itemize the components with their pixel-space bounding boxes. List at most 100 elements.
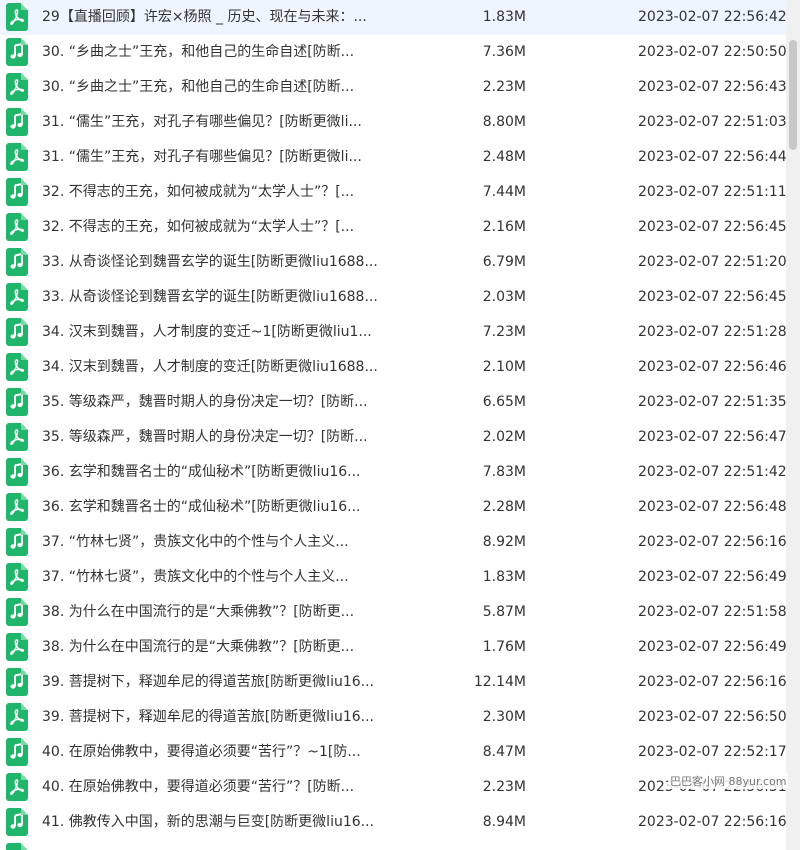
audio-file-icon bbox=[6, 318, 28, 346]
file-date: 2023-02-07 22:51:11 bbox=[638, 184, 787, 200]
file-date: 2023-02-07 22:56:45 bbox=[638, 289, 787, 305]
file-size: 6.79M bbox=[482, 254, 526, 270]
audio-file-icon bbox=[6, 178, 28, 206]
audio-file-icon bbox=[6, 738, 28, 766]
file-name: 36. 玄学和魏晋名士的“成仙秘术”[防断更微liu16... bbox=[42, 464, 361, 480]
file-name: 41. 佛教传入中国，新的思潮与巨变[防断更微liu16... bbox=[42, 814, 374, 830]
file-row[interactable]: 33. 从奇谈怪论到魏晋玄学的诞生[防断更微liu1688... 2.03M 202… bbox=[0, 280, 787, 315]
file-size: 2.30M bbox=[482, 709, 526, 725]
file-size: 2.03M bbox=[482, 289, 526, 305]
file-row[interactable]: 37. “竹林七贤”，贵族文化中的个性与个人主义... 1.83M 2023-02-… bbox=[0, 560, 787, 595]
file-row[interactable]: 37. “竹林七贤”，贵族文化中的个性与个人主义... 8.92M 2023-02-… bbox=[0, 525, 787, 560]
file-date: 2023-02-07 22:56:48 bbox=[638, 499, 787, 515]
file-size: 8.94M bbox=[482, 814, 526, 830]
file-name: 39. 菩提树下，释迦牟尼的得道苦旅[防断更微liu16... bbox=[42, 709, 374, 725]
audio-file-icon bbox=[6, 843, 28, 850]
file-name: 33. 从奇谈怪论到魏晋玄学的诞生[防断更微liu1688... bbox=[42, 289, 378, 305]
file-name: 40. 在原始佛教中，要得道必须要“苦行”？~1[防... bbox=[42, 744, 361, 760]
file-size: 2.48M bbox=[482, 149, 526, 165]
file-date: 2023-02-07 22:51:35 bbox=[638, 394, 787, 410]
file-row[interactable]: 34. 汉末到魏晋，人才制度的变迁~1[防断更微liu1... 7.23M 2023… bbox=[0, 315, 787, 350]
audio-file-icon bbox=[6, 598, 28, 626]
file-row[interactable]: 31. “儒生”王充，对孔子有哪些偏见？[防断更微li... 2.48M 2023-… bbox=[0, 140, 787, 175]
file-date: 2023-02-07 22:56:47 bbox=[638, 429, 787, 445]
file-name: 37. “竹林七贤”，贵族文化中的个性与个人主义... bbox=[42, 569, 349, 585]
pdf-file-icon bbox=[6, 423, 28, 451]
file-name: 30. “乡曲之士”王充，和他自己的生命自述[防断... bbox=[42, 44, 355, 60]
file-name: 35. 等级森严，魏晋时期人的身份决定一切？[防断... bbox=[42, 394, 368, 410]
file-row[interactable]: 41. 佛教传入中国，新的思潮与巨变[防断更微liu16... 8.94M 2023… bbox=[0, 805, 787, 840]
audio-file-icon bbox=[6, 108, 28, 136]
pdf-file-icon bbox=[6, 143, 28, 171]
file-date: 2023-02-07 22:56:43 bbox=[638, 79, 787, 95]
audio-file-icon bbox=[6, 38, 28, 66]
file-size: 2.10M bbox=[482, 359, 526, 375]
file-size: 8.47M bbox=[482, 744, 526, 760]
file-date: 2023-02-07 22:51:20 bbox=[638, 254, 787, 270]
file-name: 37. “竹林七贤”，贵族文化中的个性与个人主义... bbox=[42, 534, 349, 550]
file-row[interactable]: 35. 等级森严，魏晋时期人的身份决定一切？[防断... 2.02M 2023-02… bbox=[0, 420, 787, 455]
pdf-file-icon bbox=[6, 773, 28, 801]
file-row[interactable]: 30. “乡曲之士”王充，和他自己的生命自述[防断... 2.23M 2023-02… bbox=[0, 70, 787, 105]
file-size: 7.36M bbox=[482, 44, 526, 60]
file-name: 29【直播回顾】许宏×杨照 _ 历史、现在与未来：... bbox=[42, 9, 367, 25]
audio-file-icon bbox=[6, 808, 28, 836]
file-size: 7.44M bbox=[482, 184, 526, 200]
file-row[interactable]: 33. 从奇谈怪论到魏晋玄学的诞生[防断更微liu1688... 6.79M 202… bbox=[0, 245, 787, 280]
file-row[interactable]: 29【直播回顾】许宏×杨照 _ 历史、现在与未来：... 1.83M 2023-02… bbox=[0, 0, 787, 35]
file-date: 2023-02-07 22:56:49 bbox=[638, 639, 787, 655]
file-row[interactable]: 39. 菩提树下，释迦牟尼的得道苦旅[防断更微liu16... 12.14M 202… bbox=[0, 665, 787, 700]
file-name: 40. 在原始佛教中，要得道必须要“苦行”？[防断... bbox=[42, 779, 355, 795]
file-date: 2023-02-07 22:56:42 bbox=[638, 9, 787, 25]
scrollbar-thumb[interactable] bbox=[789, 40, 797, 150]
file-size: 8.92M bbox=[482, 534, 526, 550]
pdf-file-icon bbox=[6, 3, 28, 31]
audio-file-icon bbox=[6, 528, 28, 556]
file-name: 36. 玄学和魏晋名士的“成仙秘术”[防断更微liu16... bbox=[42, 499, 361, 515]
file-name: 34. 汉末到魏晋，人才制度的变迁[防断更微liu1688... bbox=[42, 359, 378, 375]
file-row[interactable]: 40. 在原始佛教中，要得道必须要“苦行”？~1[防... 8.47M 2023-0… bbox=[0, 735, 787, 770]
file-row[interactable]: 36. 玄学和魏晋名士的“成仙秘术”[防断更微liu16... 7.83M 2023… bbox=[0, 455, 787, 490]
file-date: 2023-02-07 22:50:50 bbox=[638, 44, 787, 60]
audio-file-icon bbox=[6, 248, 28, 276]
file-name: 35. 等级森严，魏晋时期人的身份决定一切？[防断... bbox=[42, 429, 368, 445]
file-name: 34. 汉末到魏晋，人才制度的变迁~1[防断更微liu1... bbox=[42, 324, 372, 340]
pdf-file-icon bbox=[6, 703, 28, 731]
file-size: 6.65M bbox=[482, 394, 526, 410]
file-row[interactable]: 34. 汉末到魏晋，人才制度的变迁[防断更微liu1688... 2.10M 202… bbox=[0, 350, 787, 385]
file-name: 31. “儒生”王充，对孔子有哪些偏见？[防断更微li... bbox=[42, 149, 362, 165]
file-name: 38. 为什么在中国流行的是“大乘佛教”？[防断更... bbox=[42, 639, 355, 655]
file-date: 2023-02-07 22:56:44 bbox=[638, 149, 787, 165]
file-row[interactable]: 36. 玄学和魏晋名士的“成仙秘术”[防断更微liu16... 2.28M 2023… bbox=[0, 490, 787, 525]
pdf-file-icon bbox=[6, 563, 28, 591]
audio-file-icon bbox=[6, 458, 28, 486]
file-size: 12.14M bbox=[473, 674, 526, 690]
file-date: 2023-02-07 22:52:17 bbox=[638, 744, 787, 760]
file-row[interactable]: 32. 不得志的王充，如何被成就为“太学人士”？[... 7.44M 2023-02… bbox=[0, 175, 787, 210]
audio-file-icon bbox=[6, 388, 28, 416]
file-row[interactable]: 32. 不得志的王充，如何被成就为“太学人士”？[... 2.16M 2023-02… bbox=[0, 210, 787, 245]
file-date: 2023-02-07 22:56:49 bbox=[638, 569, 787, 585]
file-name: 30. “乡曲之士”王充，和他自己的生命自述[防断... bbox=[42, 79, 355, 95]
vertical-scrollbar[interactable] bbox=[786, 0, 800, 850]
pdf-file-icon bbox=[6, 353, 28, 381]
file-date: 2023-02-07 22:51:03 bbox=[638, 114, 787, 130]
file-row[interactable]: 31. “儒生”王充，对孔子有哪些偏见？[防断更微li... 8.80M 2023-… bbox=[0, 105, 787, 140]
file-size: 7.83M bbox=[482, 464, 526, 480]
file-date: 2023-02-07 22:51:58 bbox=[638, 604, 787, 620]
file-list: 29【直播回顾】许宏×杨照 _ 历史、现在与未来：... 1.83M 2023-02… bbox=[0, 0, 787, 840]
pdf-file-icon bbox=[6, 73, 28, 101]
pdf-file-icon bbox=[6, 633, 28, 661]
file-size: 2.28M bbox=[482, 499, 526, 515]
partial-row[interactable] bbox=[0, 840, 786, 850]
file-size: 1.83M bbox=[482, 9, 526, 25]
file-row[interactable]: 35. 等级森严，魏晋时期人的身份决定一切？[防断... 6.65M 2023-02… bbox=[0, 385, 787, 420]
file-row[interactable]: 38. 为什么在中国流行的是“大乘佛教”？[防断更... 5.87M 2023-02… bbox=[0, 595, 787, 630]
file-row[interactable]: 30. “乡曲之士”王充，和他自己的生命自述[防断... 7.36M 2023-02… bbox=[0, 35, 787, 70]
file-row[interactable]: 39. 菩提树下，释迦牟尼的得道苦旅[防断更微liu16... 2.30M 2023… bbox=[0, 700, 787, 735]
file-size: 2.02M bbox=[482, 429, 526, 445]
file-name: 31. “儒生”王充，对孔子有哪些偏见？[防断更微li... bbox=[42, 114, 362, 130]
file-size: 2.16M bbox=[482, 219, 526, 235]
file-size: 1.83M bbox=[482, 569, 526, 585]
file-row[interactable]: 38. 为什么在中国流行的是“大乘佛教”？[防断更... 1.76M 2023-02… bbox=[0, 630, 787, 665]
